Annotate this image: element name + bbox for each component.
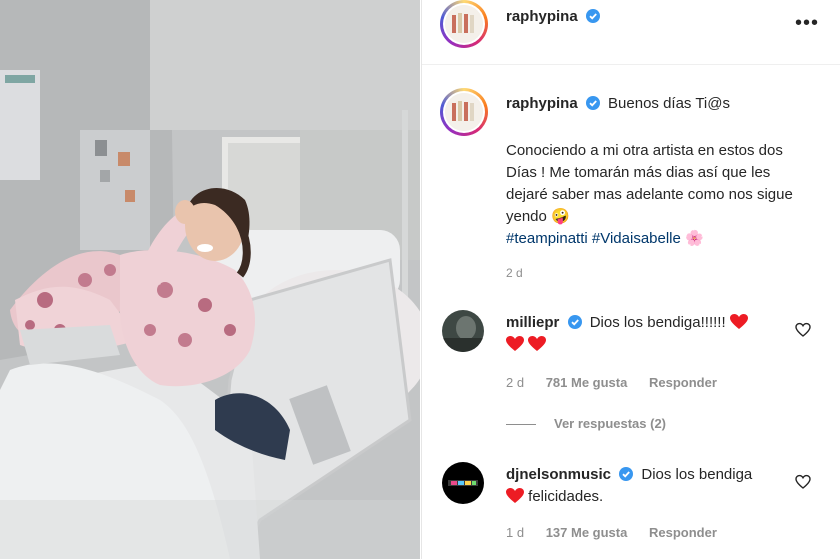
author-avatar[interactable] xyxy=(440,0,488,48)
caption-first-line: raphypina Buenos días Ti@s xyxy=(506,95,826,112)
milliepr-avatar-image xyxy=(442,310,484,352)
comment-meta-djnelsonmusic: 1 d 137 Me gusta Responder xyxy=(506,525,717,540)
commenter-avatar-djnelsonmusic[interactable] xyxy=(442,462,484,504)
comment-milliepr: milliepr Dios los bendiga!!!!!! xyxy=(506,312,796,356)
like-comment-heart-icon[interactable] xyxy=(795,474,811,490)
comment-likes-djnelsonmusic[interactable]: 137 Me gusta xyxy=(546,525,628,540)
djnelsonmusic-avatar-image xyxy=(442,462,484,504)
more-options-button[interactable]: ••• xyxy=(795,12,819,35)
comment-djnelsonmusic: djnelsonmusic Dios los bendiga felicidad… xyxy=(506,464,796,508)
comment-text-after-heart-djnelsonmusic: felicidades. xyxy=(528,488,604,505)
post-details-panel: raphypina ••• raphypina Buenos días Ti@s… xyxy=(421,0,840,559)
post-photo[interactable] xyxy=(0,0,420,559)
comment-text-milliepr: Dios los bendiga!!!!!! xyxy=(589,314,726,331)
comment-text-djnelsonmusic: Dios los bendiga xyxy=(641,466,753,483)
djnelsonmusic-verified-badge-icon xyxy=(619,467,634,481)
author-avatar-image xyxy=(445,5,483,43)
comment-username-milliepr[interactable]: milliepr xyxy=(506,314,559,331)
comment-username-djnelsonmusic[interactable]: djnelsonmusic xyxy=(506,466,611,483)
verified-badge-icon xyxy=(586,9,601,23)
caption-avatar-image xyxy=(445,93,483,131)
comment-time-milliepr[interactable]: 2 d xyxy=(506,375,524,390)
caption-verified-badge-icon xyxy=(585,96,600,110)
caption-username[interactable]: raphypina xyxy=(506,95,578,112)
like-comment-heart-icon[interactable] xyxy=(795,322,811,338)
milliepr-verified-badge-icon xyxy=(567,315,582,329)
view-replies-button[interactable]: Ver respuestas (2) xyxy=(506,416,666,431)
reply-button-milliepr[interactable]: Responder xyxy=(649,375,717,390)
hashtag-teampinatti[interactable]: #teampinatti xyxy=(506,230,588,247)
reply-button-djnelsonmusic[interactable]: Responder xyxy=(649,525,717,540)
comment-meta-milliepr: 2 d 781 Me gusta Responder xyxy=(506,375,717,390)
flower-emoji-icon: 🌸 xyxy=(685,230,704,247)
hospital-photo xyxy=(0,0,420,559)
author-username[interactable]: raphypina xyxy=(506,8,578,25)
comment-time-djnelsonmusic[interactable]: 1 d xyxy=(506,525,524,540)
post-header: raphypina ••• xyxy=(422,0,840,65)
view-replies-label: Ver respuestas (2) xyxy=(554,416,667,431)
red-heart-emoji-icon xyxy=(506,336,524,351)
post-time[interactable]: 2 d xyxy=(506,266,523,280)
caption-author-avatar[interactable] xyxy=(440,88,488,136)
crazy-face-emoji-icon: 🤪 xyxy=(551,208,570,225)
caption-body: Conociendo a mi otra artista en estos do… xyxy=(506,140,806,250)
caption-text: Conociendo a mi otra artista en estos do… xyxy=(506,142,793,225)
hashtag-vidaisabelle[interactable]: #Vidaisabelle xyxy=(592,230,681,247)
commenter-avatar-milliepr[interactable] xyxy=(442,310,484,352)
red-heart-emoji-icon xyxy=(528,336,547,351)
caption-intro: Buenos días Ti@s xyxy=(608,95,730,112)
red-heart-emoji-icon xyxy=(506,488,524,503)
red-heart-emoji-icon xyxy=(729,314,748,329)
replies-divider-line xyxy=(506,424,536,426)
comment-likes-milliepr[interactable]: 781 Me gusta xyxy=(546,375,628,390)
